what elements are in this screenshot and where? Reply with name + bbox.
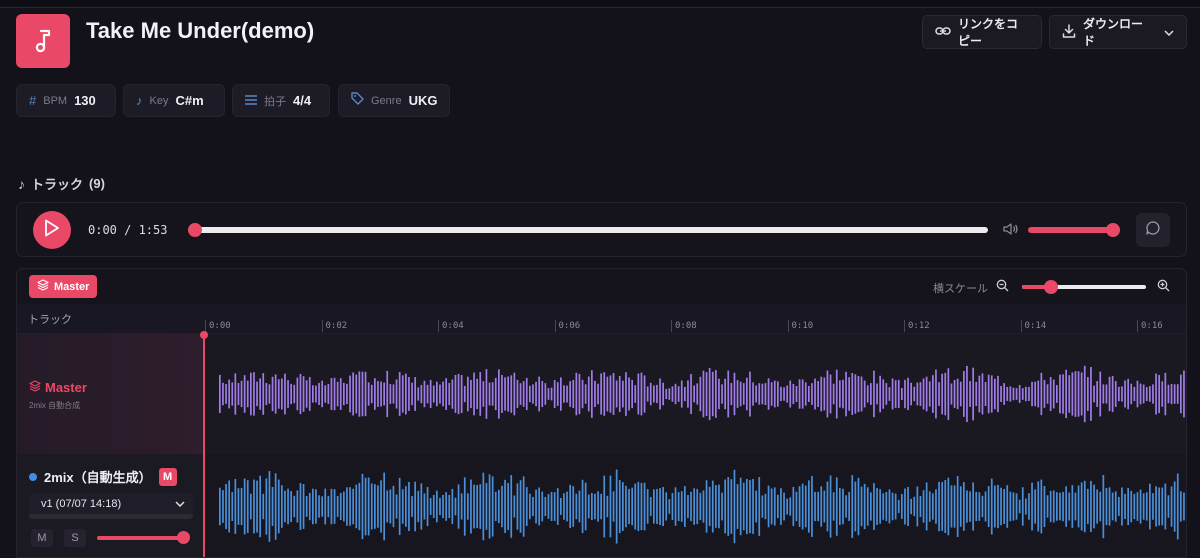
tracks-heading: ♪ トラック (9) <box>18 174 105 193</box>
time-display: 0:00 / 1:53 <box>88 223 168 237</box>
track-volume-slider[interactable] <box>97 531 190 544</box>
track-2mix-waveform[interactable] <box>203 454 1187 558</box>
track-2mix-label: 2mix（自動生成） <box>44 470 152 485</box>
key-value: C#m <box>175 93 204 108</box>
audio-player: 0:00 / 1:53 <box>16 202 1187 257</box>
play-icon <box>44 219 60 242</box>
zoom-slider[interactable] <box>1022 280 1146 294</box>
master-track-lane: Master 2mix 自動合成 <box>17 334 1187 454</box>
version-select[interactable]: v1 (07/07 14:18) <box>29 493 193 519</box>
ruler-tick: 0:10 <box>787 320 813 332</box>
list-icon <box>245 92 257 110</box>
track-volume-handle[interactable] <box>177 531 190 544</box>
track-2mix-name: 2mix（自動生成） M <box>29 467 177 486</box>
track-2mix-header: 2mix（自動生成） M v1 (07/07 14:18) M S <box>17 454 203 557</box>
layers-icon <box>29 380 41 395</box>
comment-icon <box>1145 220 1161 241</box>
master-track-header[interactable]: Master 2mix 自動合成 <box>17 334 203 454</box>
genre-label: Genre <box>371 94 402 107</box>
master-track-subtitle: 2mix 自動合成 <box>29 401 81 410</box>
volume-slider[interactable] <box>1028 223 1120 237</box>
copy-link-button[interactable]: リンクをコピー <box>922 15 1042 49</box>
hash-icon: # <box>29 93 37 108</box>
playhead[interactable] <box>200 331 208 557</box>
multitrack-editor: Master 横スケール トラック 0:00 0:02 0:04 0:06 0:08 0:… <box>16 268 1187 558</box>
layers-icon <box>37 279 49 294</box>
comment-button[interactable] <box>1136 213 1170 247</box>
bpm-value: 130 <box>74 93 96 108</box>
music-note-icon <box>16 14 70 68</box>
track-color-dot <box>29 472 37 481</box>
tracks-count: (9) <box>89 176 105 191</box>
music-note-icon: ♪ <box>18 175 25 192</box>
master-button-label: Master <box>54 280 90 293</box>
key-chip: ♪ Key C#m <box>123 84 225 117</box>
ruler-tick: 0:00 <box>205 320 231 332</box>
tracks-heading-label: トラック <box>31 177 84 192</box>
ruler-tick: 0:04 <box>438 320 464 332</box>
master-track-name: Master <box>29 380 87 395</box>
version-select-value: v1 (07/07 14:18) <box>41 497 122 510</box>
progress-bar[interactable] <box>188 223 988 237</box>
tag-icon <box>351 91 364 110</box>
ruler-tick: 0:12 <box>904 320 930 332</box>
ruler-tick: 0:14 <box>1020 320 1046 332</box>
download-icon <box>1062 23 1076 41</box>
bpm-chip: # BPM 130 <box>16 84 116 117</box>
ruler-tick: 0:06 <box>554 320 580 332</box>
volume-handle[interactable] <box>1106 223 1120 237</box>
horizontal-scale-label: 横スケール <box>933 283 988 295</box>
music-note-icon: ♪ <box>136 93 143 108</box>
progress-handle[interactable] <box>188 223 202 237</box>
copy-link-label: リンクをコピー <box>958 17 1019 48</box>
time-signature-value: 4/4 <box>293 93 312 108</box>
zoom-in-icon[interactable] <box>1157 279 1170 297</box>
time-signature-label: 拍子 <box>264 95 286 108</box>
ruler-tick: 0:16 <box>1137 320 1163 332</box>
playhead-knob[interactable] <box>200 331 208 339</box>
ruler-tick: 0:08 <box>671 320 697 332</box>
timeline-header: トラック 0:00 0:02 0:04 0:06 0:08 0:10 0:12 0:14 0:1… <box>17 304 1186 334</box>
download-label: ダウンロード <box>1083 17 1144 48</box>
track-2mix-lane: 2mix（自動生成） M v1 (07/07 14:18) M S <box>17 454 1187 558</box>
chevron-down-icon <box>175 498 185 510</box>
time-signature-chip: 拍子 4/4 <box>232 84 330 117</box>
chevron-down-icon <box>1164 25 1174 39</box>
genre-chip: Genre UKG <box>338 84 450 117</box>
link-icon <box>935 25 951 40</box>
top-bar <box>0 0 1200 8</box>
mute-button[interactable]: M <box>31 529 53 547</box>
play-button[interactable] <box>33 211 71 249</box>
download-button[interactable]: ダウンロード <box>1049 15 1187 49</box>
master-source-badge: M <box>158 467 177 486</box>
track-column-header: トラック <box>28 314 72 326</box>
ruler-tick: 0:02 <box>321 320 347 332</box>
genre-value: UKG <box>408 93 438 108</box>
master-track-label: Master <box>45 380 87 395</box>
zoom-handle[interactable] <box>1044 280 1058 294</box>
song-title: Take Me Under(demo) <box>86 18 315 43</box>
bpm-label: BPM <box>43 94 68 107</box>
volume-icon[interactable] <box>1003 222 1019 241</box>
master-waveform[interactable] <box>203 334 1187 454</box>
zoom-out-icon[interactable] <box>996 279 1009 297</box>
solo-button[interactable]: S <box>64 529 86 547</box>
key-label: Key <box>149 94 169 107</box>
timeline-ruler[interactable]: 0:00 0:02 0:04 0:06 0:08 0:10 0:12 0:14 0:16 <box>203 304 1186 334</box>
master-button[interactable]: Master <box>29 275 98 298</box>
